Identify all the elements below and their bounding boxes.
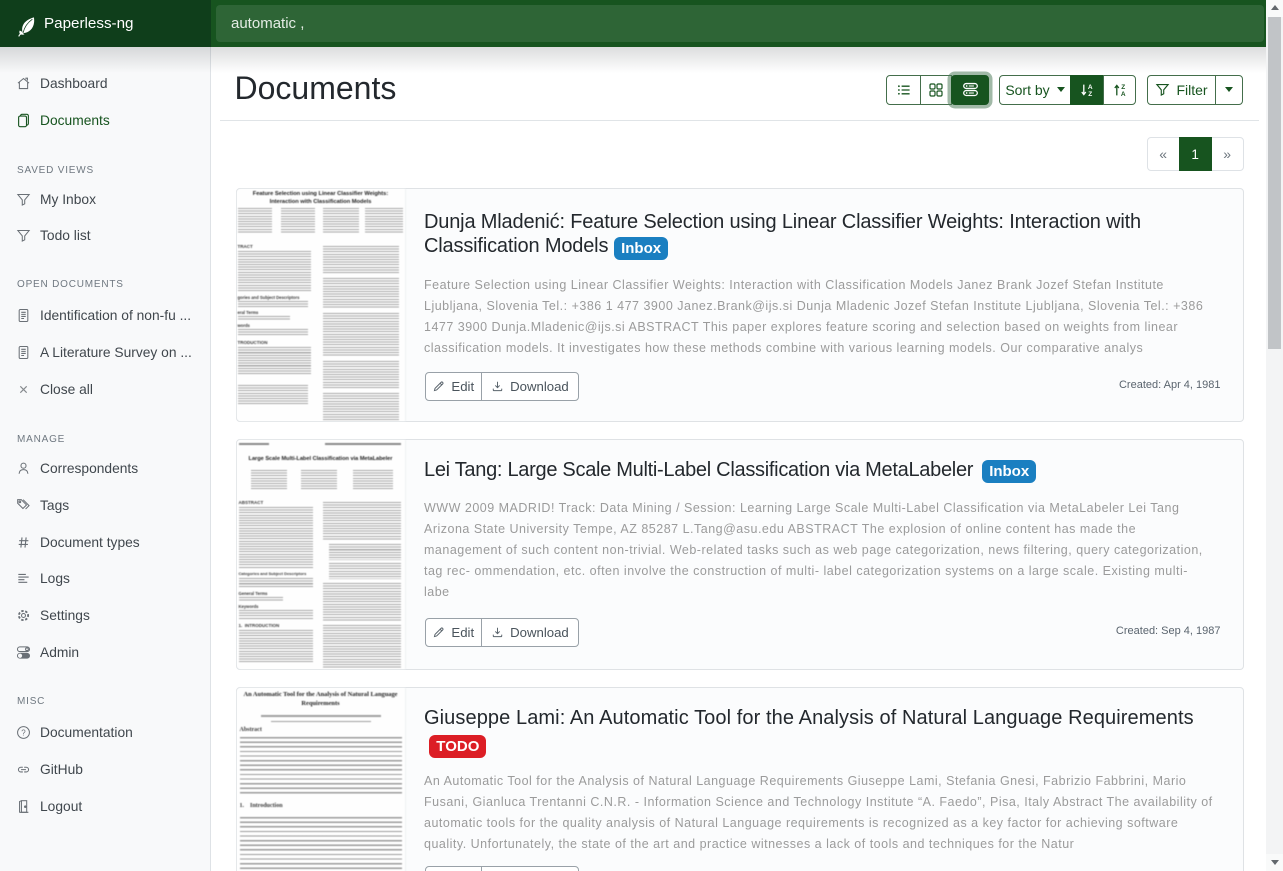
svg-text:?: ? bbox=[21, 729, 26, 738]
svg-text:Z: Z bbox=[1088, 91, 1092, 98]
svg-text:A: A bbox=[1120, 91, 1125, 98]
